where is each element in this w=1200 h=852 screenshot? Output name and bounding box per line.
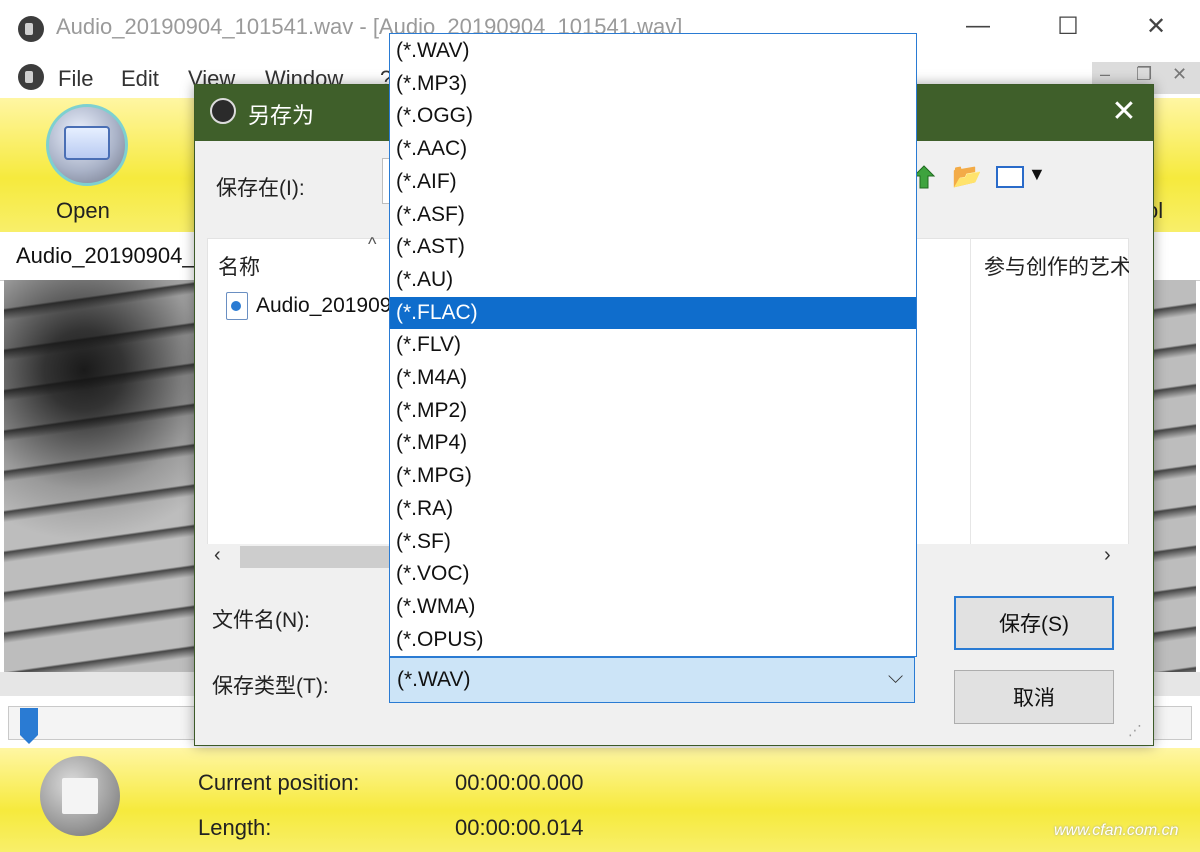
mdi-close-icon[interactable]: ✕	[1172, 64, 1187, 85]
app-icon	[18, 16, 44, 42]
filename-label: 文件名(N):	[212, 609, 310, 632]
close-icon[interactable]: ✕	[1136, 12, 1176, 41]
filetype-option-wma[interactable]: (*.WMA)	[390, 591, 916, 623]
filetype-option-ogg[interactable]: (*.OGG)	[390, 100, 916, 132]
list-item[interactable]: Audio_20190904_101541.wav	[256, 294, 390, 318]
menu-edit[interactable]: Edit	[121, 66, 159, 92]
dialog-app-icon	[210, 98, 236, 124]
filetype-option-mp3[interactable]: (*.MP3)	[390, 68, 916, 100]
filetype-option-mp4[interactable]: (*.MP4)	[390, 427, 916, 459]
mdi-minimize-icon[interactable]: –	[1100, 64, 1110, 85]
document-icon[interactable]	[18, 64, 44, 90]
watermark: www.cfan.com.cn	[1054, 822, 1179, 839]
status-panel	[0, 748, 1200, 852]
minimize-icon[interactable]: —	[958, 12, 998, 40]
filetype-option-sf[interactable]: (*.SF)	[390, 526, 916, 558]
filetype-option-ra[interactable]: (*.RA)	[390, 493, 916, 525]
scroll-right-icon[interactable]: ›	[1104, 544, 1111, 567]
view-dropdown-arrow-icon[interactable]: ▼	[1028, 164, 1046, 185]
dialog-close-icon[interactable]: ✕	[1108, 94, 1140, 129]
filetype-option-asf[interactable]: (*.ASF)	[390, 199, 916, 231]
cancel-button[interactable]: 取消	[954, 670, 1114, 724]
chevron-down-icon[interactable]: ⌵	[888, 666, 903, 689]
view-menu-icon[interactable]	[996, 166, 1024, 188]
filetype-option-mpg[interactable]: (*.MPG)	[390, 460, 916, 492]
length-label: Length:	[198, 815, 272, 840]
filetype-option-ast[interactable]: (*.AST)	[390, 231, 916, 263]
mdi-restore-icon[interactable]: ❐	[1136, 64, 1152, 85]
save-in-label: 保存在(I):	[216, 177, 305, 200]
filetype-option-au[interactable]: (*.AU)	[390, 264, 916, 296]
filetype-option-wav[interactable]: (*.WAV)	[390, 35, 916, 67]
length-value: 00:00:00.014	[455, 815, 584, 840]
filetype-option-flv[interactable]: (*.FLV)	[390, 329, 916, 361]
filetype-option-voc[interactable]: (*.VOC)	[390, 558, 916, 590]
stop-icon	[62, 778, 98, 814]
column-separator	[970, 238, 971, 544]
scroll-left-icon[interactable]: ‹	[214, 544, 221, 567]
current-position-value: 00:00:00.000	[455, 770, 584, 795]
filetype-option-flac[interactable]: (*.FLAC)	[390, 296, 916, 329]
open-label: Open	[56, 198, 110, 223]
new-folder-icon[interactable]: 📂	[952, 162, 982, 191]
filetype-label: 保存类型(T):	[212, 675, 329, 698]
sort-ascending-icon: ^	[368, 234, 377, 254]
column-header-name[interactable]: 名称	[218, 251, 260, 281]
audio-file-icon	[226, 292, 248, 320]
maximize-icon[interactable]: ☐	[1048, 12, 1088, 41]
current-position-label: Current position:	[198, 770, 360, 795]
filetype-option-aif[interactable]: (*.AIF)	[390, 166, 916, 198]
filetype-option-opus[interactable]: (*.OPUS)	[390, 624, 916, 656]
scrollbar-thumb[interactable]	[240, 546, 390, 568]
dialog-title: 另存为	[248, 103, 315, 128]
tab-audio-file[interactable]: Audio_20190904_101541.wav	[16, 243, 196, 269]
filetype-option-mp2[interactable]: (*.MP2)	[390, 395, 916, 427]
save-button[interactable]: 保存(S)	[954, 596, 1114, 650]
filetype-option-m4a[interactable]: (*.M4A)	[390, 362, 916, 394]
column-header-artist[interactable]: 参与创作的艺术家	[984, 251, 1129, 281]
filetype-selected-value: (*.WAV)	[397, 668, 471, 691]
resize-grip-icon[interactable]: ⋰	[1128, 722, 1142, 739]
folder-icon	[64, 126, 110, 160]
menu-file[interactable]: File	[58, 66, 93, 92]
filetype-option-aac[interactable]: (*.AAC)	[390, 133, 916, 165]
